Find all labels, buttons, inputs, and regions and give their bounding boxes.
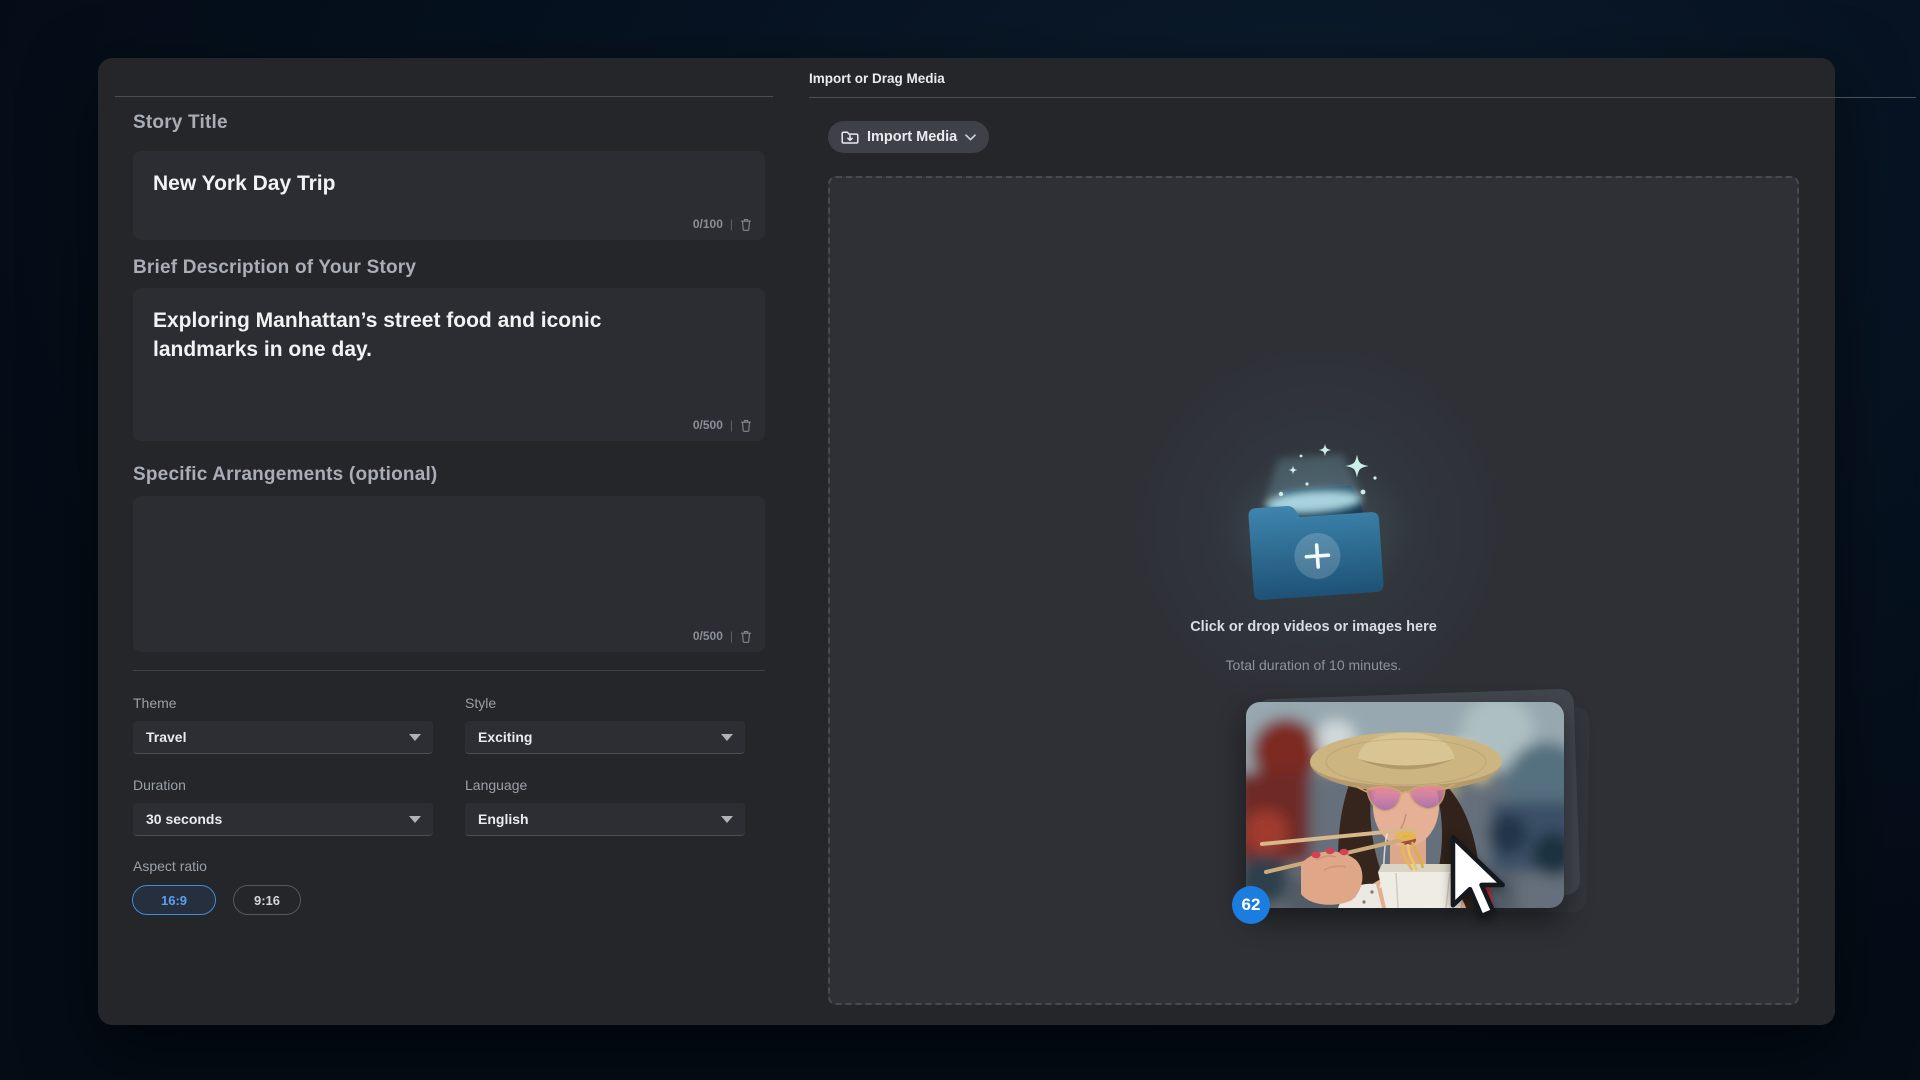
char-counter: 0/500 [693,629,723,643]
aspect-ratio-option-9-16[interactable]: 9:16 [233,885,301,915]
duration-value: 30 seconds [146,811,222,827]
theme-label: Theme [133,695,433,711]
char-counter: 0/500 [693,418,723,432]
counter-separator: | [730,418,733,432]
dropzone-subtitle: Total duration of 10 minutes. [830,657,1797,673]
dropzone-title: Click or drop videos or images here [830,619,1797,635]
language-value: English [478,811,529,827]
trash-icon[interactable] [740,630,752,643]
form-mid-divider [133,670,765,671]
style-select[interactable]: Exciting [465,721,745,754]
arrangements-value [133,496,765,515]
trash-icon[interactable] [740,419,752,432]
magic-folder-illustration [1205,440,1430,610]
story-title-label: Story Title [133,112,228,134]
drag-count-badge: 62 [1232,886,1270,924]
chevron-down-icon [721,734,733,741]
media-header-divider [809,97,1916,98]
chevron-down-icon [965,134,976,141]
theme-value: Travel [146,729,186,745]
media-thumbnail [1246,702,1564,908]
trash-icon[interactable] [740,218,752,231]
chevron-down-icon [721,816,733,823]
desktop: { "form": { "title_field": { "label": "S… [0,0,1920,1080]
story-title-counter-row: 0/100 | [693,217,752,231]
style-label: Style [465,695,745,711]
aspect-ratio-option-16-9[interactable]: 16:9 [132,885,216,915]
aspect-ratio-label: Aspect ratio [133,858,207,874]
duration-select[interactable]: 30 seconds [133,803,433,836]
theme-select[interactable]: Travel [133,721,433,754]
story-editor-window: Story Title New York Day Trip 0/100 | Br… [98,58,1835,1025]
language-field: Language English [465,777,745,836]
duration-field: Duration 30 seconds [133,777,433,836]
import-media-label: Import Media [867,129,957,145]
mouse-cursor-icon [1448,834,1506,921]
chevron-down-icon [409,734,421,741]
counter-separator: | [730,217,733,231]
form-top-divider [115,96,773,97]
chevron-down-icon [409,816,421,823]
folder-import-icon [841,130,859,145]
char-counter: 0/100 [693,217,723,231]
dragged-media-stack[interactable]: 62 [1246,702,1564,908]
language-label: Language [465,777,745,793]
style-field: Style Exciting [465,695,745,754]
description-counter-row: 0/500 | [693,418,752,432]
counter-separator: | [730,629,733,643]
arrangements-counter-row: 0/500 | [693,629,752,643]
media-panel-title: Import or Drag Media [809,71,945,86]
description-input[interactable]: Exploring Manhattan’s street food and ic… [133,288,765,441]
import-media-button[interactable]: Import Media [828,121,989,153]
arrangements-label: Specific Arrangements (optional) [133,464,437,486]
arrangements-input[interactable]: 0/500 | [133,496,765,652]
language-select[interactable]: English [465,803,745,836]
duration-label: Duration [133,777,433,793]
thumbnail-photo-woman-eating-noodles [1246,702,1564,908]
description-value: Exploring Manhattan’s street food and ic… [133,288,673,365]
story-title-input[interactable]: New York Day Trip 0/100 | [133,151,765,240]
theme-field: Theme Travel [133,695,433,754]
description-label: Brief Description of Your Story [133,257,416,279]
story-title-value: New York Day Trip [133,151,765,199]
style-value: Exciting [478,729,532,745]
media-dropzone[interactable]: Click or drop videos or images here Tota… [828,176,1799,1005]
